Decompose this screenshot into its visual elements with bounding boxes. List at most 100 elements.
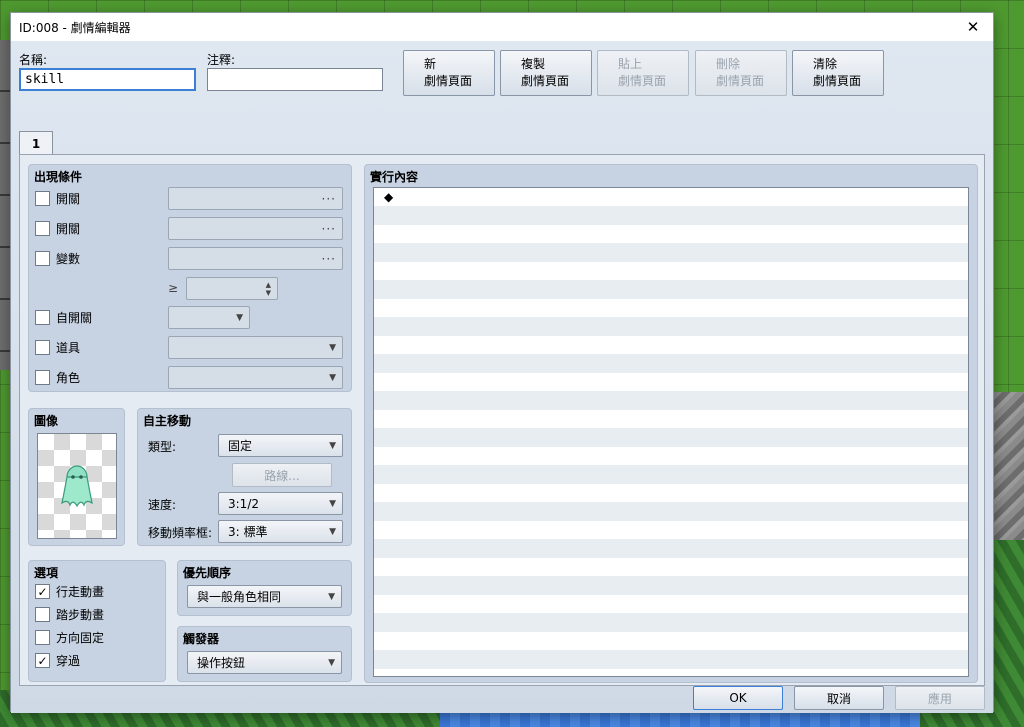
rock-tiles — [994, 392, 1024, 542]
self-switch-label: 自開關 — [56, 311, 93, 325]
through-row[interactable]: ✓ 穿過 — [35, 652, 80, 669]
stepping-anim-row[interactable]: 踏步動畫 — [35, 606, 104, 623]
switch1-label: 開關 — [56, 192, 81, 206]
switch2-label: 開關 — [56, 222, 81, 236]
dialog-body: 名稱: skill 注釋: 新 劇情頁面 複製 劇情頁面 貼上 劇情頁面 刪除 … — [11, 41, 993, 713]
actor-checkbox-row[interactable]: 角色 — [35, 369, 80, 386]
through-checkbox[interactable]: ✓ — [35, 653, 50, 668]
priority-value: 與一般角色相同 — [197, 590, 282, 604]
variable-label: 變數 — [56, 252, 81, 266]
clear-page-line1: 清除 — [813, 57, 838, 71]
delete-page-button[interactable]: 刪除 劇情頁面 — [695, 50, 787, 96]
frequency-value: 3: 標準 — [228, 525, 268, 539]
note-label: 注釋: — [207, 53, 236, 67]
conditions-title: 出現條件 — [34, 170, 83, 184]
clear-page-button[interactable]: 清除 劇情頁面 — [792, 50, 884, 96]
switch2-selector[interactable]: ··· — [168, 217, 343, 240]
switch1-checkbox[interactable] — [35, 191, 50, 206]
actor-checkbox[interactable] — [35, 370, 50, 385]
contents-title: 實行內容 — [370, 170, 419, 184]
cancel-button[interactable]: 取消 — [794, 686, 884, 710]
note-input[interactable] — [207, 68, 383, 91]
dropdown-icon: ▼ — [236, 312, 243, 323]
priority-dropdown[interactable]: 與一般角色相同 ▼ — [187, 585, 342, 608]
event-editor-dialog: ID:008 - 劇情編輯器 ✕ 名稱: skill 注釋: 新 劇情頁面 複製… — [10, 12, 994, 713]
ellipsis-icon: ··· — [321, 221, 336, 236]
item-label: 道具 — [56, 341, 81, 355]
apply-button[interactable]: 應用 — [895, 686, 985, 710]
walking-anim-label: 行走動畫 — [56, 585, 105, 599]
trigger-group: 觸發器 操作按鈕 ▼ — [177, 626, 352, 682]
image-group: 圖像 — [28, 408, 125, 546]
walking-anim-row[interactable]: ✓ 行走動畫 — [35, 583, 104, 600]
frequency-dropdown[interactable]: 3: 標準 ▼ — [218, 520, 343, 543]
movement-group: 自主移動 類型: 固定 ▼ 路線... 速度: 3:1/2 ▼ 移動頻率框: 3… — [137, 408, 352, 546]
variable-value-spinner[interactable]: ▲ ▼ — [186, 277, 278, 300]
actor-dropdown[interactable]: ▼ — [168, 366, 343, 389]
spin-down-icon[interactable]: ▼ — [266, 289, 271, 297]
item-dropdown[interactable]: ▼ — [168, 336, 343, 359]
dropdown-icon: ▼ — [329, 342, 336, 353]
switch2-checkbox[interactable] — [35, 221, 50, 236]
spin-up-icon[interactable]: ▲ — [266, 281, 271, 289]
dropdown-icon: ▼ — [329, 526, 336, 537]
self-switch-checkbox[interactable] — [35, 310, 50, 325]
check-icon: ✓ — [37, 653, 48, 668]
dropdown-icon: ▼ — [329, 498, 336, 509]
close-icon[interactable]: ✕ — [961, 15, 985, 39]
move-type-dropdown[interactable]: 固定 ▼ — [218, 434, 343, 457]
paste-page-line1: 貼上 — [618, 57, 643, 71]
command-diamond-icon: ◆ — [384, 190, 394, 205]
tab-panel: 出現條件 開關 ··· 開關 ··· 變數 ··· ≥ ▲ ▼ 自開關 ▼ 道具… — [19, 154, 985, 686]
new-page-line1: 新 — [424, 57, 437, 71]
tab-page-1[interactable]: 1 — [19, 131, 53, 155]
speed-dropdown[interactable]: 3:1/2 ▼ — [218, 492, 343, 515]
speed-value: 3:1/2 — [228, 496, 259, 511]
copy-page-button[interactable]: 複製 劇情頁面 — [500, 50, 592, 96]
dropdown-icon: ▼ — [329, 372, 336, 383]
dropdown-icon: ▼ — [329, 440, 336, 451]
self-switch-checkbox-row[interactable]: 自開關 — [35, 309, 92, 326]
direction-fix-checkbox[interactable] — [35, 630, 50, 645]
ok-button[interactable]: OK — [693, 686, 783, 710]
copy-page-line1: 複製 — [521, 57, 546, 71]
stepping-anim-checkbox[interactable] — [35, 607, 50, 622]
self-switch-dropdown[interactable]: ▼ — [168, 306, 250, 329]
variable-selector[interactable]: ··· — [168, 247, 343, 270]
options-title: 選項 — [34, 566, 59, 580]
trigger-title: 觸發器 — [183, 632, 220, 646]
direction-fix-row[interactable]: 方向固定 — [35, 629, 104, 646]
through-label: 穿過 — [56, 654, 81, 668]
frequency-label: 移動頻率框: — [148, 526, 213, 540]
move-type-value: 固定 — [228, 439, 253, 453]
switch1-checkbox-row[interactable]: 開關 — [35, 190, 80, 207]
copy-page-line2: 劇情頁面 — [521, 74, 570, 88]
route-button[interactable]: 路線... — [232, 463, 332, 487]
trigger-dropdown[interactable]: 操作按鈕 ▼ — [187, 651, 342, 674]
switch2-checkbox-row[interactable]: 開關 — [35, 220, 80, 237]
check-icon: ✓ — [37, 584, 48, 599]
priority-group: 優先順序 與一般角色相同 ▼ — [177, 560, 352, 616]
event-command-list[interactable]: ◆ — [373, 187, 969, 677]
character-image-preview[interactable] — [37, 433, 117, 539]
variable-checkbox[interactable] — [35, 251, 50, 266]
name-input[interactable]: skill — [19, 68, 196, 91]
actor-label: 角色 — [56, 371, 81, 385]
item-checkbox-row[interactable]: 道具 — [35, 339, 80, 356]
title-bar: ID:008 - 劇情編輯器 ✕ — [11, 13, 993, 41]
variable-checkbox-row[interactable]: 變數 — [35, 250, 80, 267]
conditions-group: 出現條件 開關 ··· 開關 ··· 變數 ··· ≥ ▲ ▼ 自開關 ▼ 道具… — [28, 164, 352, 392]
paste-page-button[interactable]: 貼上 劇情頁面 — [597, 50, 689, 96]
window-title: ID:008 - 劇情編輯器 — [19, 20, 131, 35]
direction-fix-label: 方向固定 — [56, 631, 105, 645]
switch1-selector[interactable]: ··· — [168, 187, 343, 210]
item-checkbox[interactable] — [35, 340, 50, 355]
delete-page-line2: 劇情頁面 — [716, 74, 765, 88]
ellipsis-icon: ··· — [321, 251, 336, 266]
new-page-button[interactable]: 新 劇情頁面 — [403, 50, 495, 96]
list-item[interactable]: ◆ — [374, 188, 968, 207]
move-type-label: 類型: — [148, 440, 177, 454]
walking-anim-checkbox[interactable]: ✓ — [35, 584, 50, 599]
gte-label: ≥ — [168, 281, 179, 295]
contents-group: 實行內容 ◆ — [364, 164, 978, 683]
